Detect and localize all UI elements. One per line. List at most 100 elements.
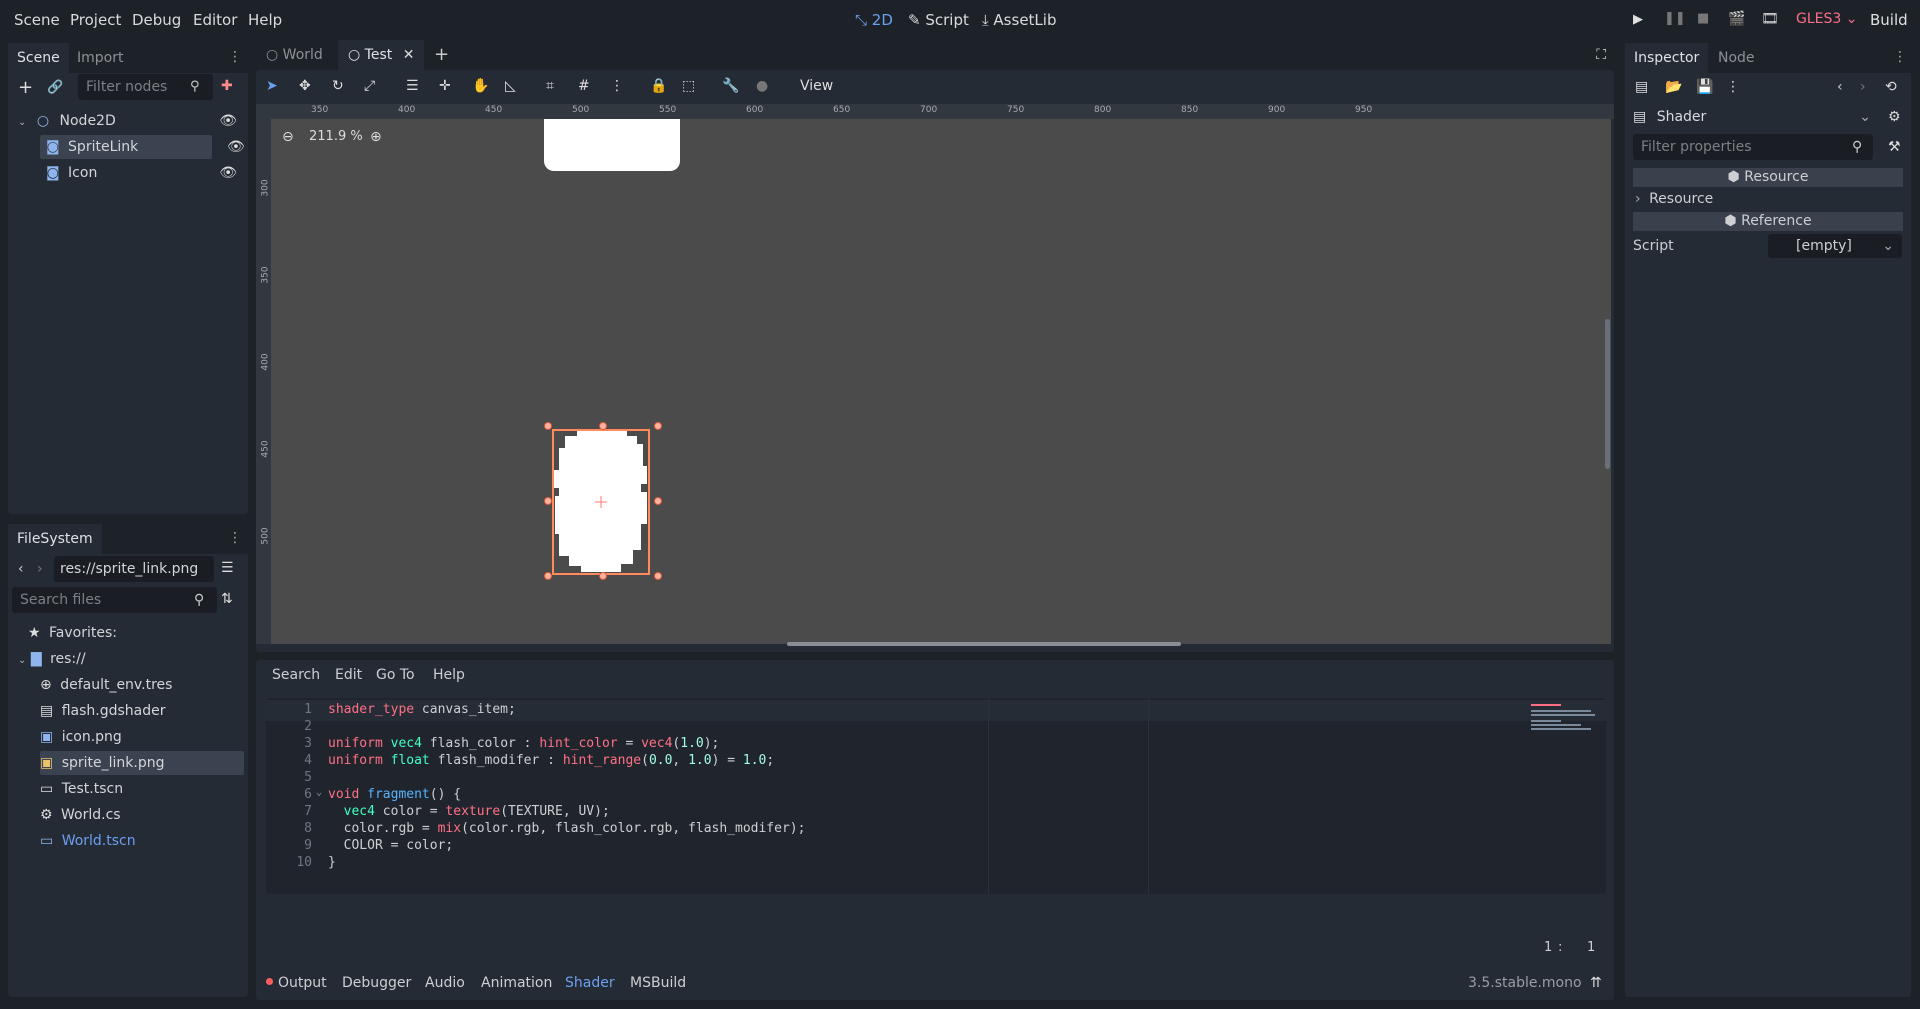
open-folder-icon[interactable]: 📂 (1665, 79, 1682, 95)
object-properties-icon[interactable]: ⚙ (1888, 109, 1901, 125)
workspace-assetlib-button[interactable]: ⤓ AssetLib (982, 11, 1056, 29)
resize-handle[interactable] (544, 572, 552, 580)
menu-project[interactable]: Project (70, 11, 121, 29)
ruler-tool-icon[interactable]: ◺ (505, 78, 516, 94)
visibility-eye-icon[interactable]: 👁 (227, 135, 245, 159)
fold-icon[interactable]: ⌄ (316, 787, 322, 798)
camera-override-icon[interactable]: ● (756, 78, 768, 94)
code-editor[interactable]: 1 shader_type canvas_item; 2 3 uniform vec4 … (266, 698, 1606, 894)
canvas-viewport[interactable]: ⊖ 211.9 % ⊕ (271, 119, 1611, 646)
forward-icon[interactable]: › (37, 561, 43, 577)
file-row[interactable]: ⊕ default_env.tres (40, 673, 244, 697)
move-tool-icon[interactable]: ✥ (299, 78, 311, 94)
resize-handle[interactable] (544, 422, 552, 430)
file-row[interactable]: ⚙ World.cs (40, 803, 244, 827)
history-back-icon[interactable]: ‹ (1837, 79, 1843, 95)
visibility-eye-icon[interactable]: 👁 (219, 109, 237, 133)
horizontal-scrollbar[interactable] (787, 642, 1181, 646)
view-menu[interactable]: View (800, 78, 833, 94)
stop-icon[interactable]: ■ (1697, 11, 1709, 26)
resource-type-selector[interactable]: ▤ Shader ⌄ (1633, 105, 1879, 129)
menu-debug[interactable]: Debug (132, 11, 181, 29)
play-custom-scene-icon[interactable]: 🎞 (1761, 11, 1779, 27)
zoom-in-icon[interactable]: ⊕ (370, 129, 382, 145)
dock-menu-icon[interactable]: ⋮ (228, 49, 242, 65)
visibility-eye-icon[interactable]: 👁 (219, 161, 237, 185)
add-tab-icon[interactable]: + (434, 44, 449, 65)
search-files-input[interactable]: Search files (12, 587, 217, 613)
select-tool-icon[interactable]: ➤ (266, 78, 278, 94)
menu-scene[interactable]: Scene (14, 11, 60, 29)
zoom-level[interactable]: 211.9 % (309, 129, 363, 144)
tree-row-icon[interactable]: ◙ Icon 👁 (40, 161, 243, 185)
code-minimap[interactable] (1531, 702, 1601, 730)
file-row[interactable]: ▭ World.tscn (40, 829, 244, 853)
file-row[interactable]: ▣ icon.png (40, 725, 244, 749)
history-forward-icon[interactable]: › (1860, 79, 1866, 95)
workspace-2d-button[interactable]: ⤡ 2D (855, 11, 893, 29)
res-root-row[interactable]: ⌄ ▇ res:// (18, 647, 86, 671)
tab-filesystem[interactable]: FileSystem (8, 524, 102, 554)
play-scene-icon[interactable]: 🎬 (1728, 11, 1745, 27)
new-resource-icon[interactable]: ▤ (1635, 79, 1648, 95)
split-view-icon[interactable]: ☰ (221, 560, 234, 576)
expand-panel-icon[interactable]: ⇈ (1590, 975, 1602, 991)
resource-row[interactable]: › Resource (1635, 191, 1713, 207)
file-row[interactable]: ▭ Test.tscn (40, 777, 244, 801)
menu-editor[interactable]: Editor (193, 11, 237, 29)
bottom-tab-audio[interactable]: Audio (425, 975, 465, 991)
zoom-out-icon[interactable]: ⊖ (282, 129, 294, 145)
bottom-tab-animation[interactable]: Animation (481, 975, 552, 991)
resize-handle[interactable] (599, 572, 607, 580)
tab-test[interactable]: ○ Test ✕ (338, 40, 425, 70)
bottom-tab-shader[interactable]: Shader (565, 975, 615, 991)
menu-goto[interactable]: Go To (376, 667, 415, 683)
property-options-icon[interactable]: ⚒ (1888, 139, 1901, 155)
play-icon[interactable]: ▶ (1633, 12, 1643, 27)
save-icon[interactable]: 💾 (1696, 79, 1713, 95)
grid-snap-icon[interactable]: # (578, 78, 590, 94)
workspace-script-button[interactable]: ✎ Script (908, 11, 969, 29)
pause-icon[interactable]: ❚❚ (1664, 11, 1686, 26)
renderer-dropdown[interactable]: GLES3 ⌄ (1796, 11, 1857, 27)
distraction-free-icon[interactable]: ⛶ (1596, 47, 1606, 63)
history-icon[interactable]: ⟲ (1885, 79, 1897, 95)
script-property-value[interactable]: [empty] ⌄ (1768, 234, 1902, 258)
dock-menu-icon[interactable]: ⋮ (228, 530, 242, 546)
pan-tool-icon[interactable]: ✋ (472, 78, 489, 94)
resize-handle[interactable] (654, 422, 662, 430)
build-button[interactable]: Build (1870, 11, 1908, 29)
rotate-tool-icon[interactable]: ↻ (332, 78, 344, 94)
snap-options-icon[interactable]: ⋮ (610, 78, 624, 94)
tree-row-node2d[interactable]: ⌄ ○ Node2D 👁 (18, 109, 243, 133)
resize-handle[interactable] (544, 497, 552, 505)
bottom-tab-output[interactable]: Output (278, 975, 327, 991)
tab-scene[interactable]: Scene (8, 43, 69, 73)
attach-script-icon[interactable]: ✚ (221, 78, 233, 94)
vertical-scrollbar[interactable] (1605, 319, 1610, 469)
instance-scene-icon[interactable]: 🔗 (47, 80, 63, 95)
add-node-icon[interactable]: + (18, 77, 33, 98)
menu-edit[interactable]: Edit (335, 667, 362, 683)
scale-tool-icon[interactable]: ⤢ (364, 78, 375, 94)
file-row-selected[interactable]: ▣ sprite_link.png (40, 751, 244, 775)
more-icon[interactable]: ⋮ (1726, 79, 1740, 95)
sort-icon[interactable]: ⇅ (221, 591, 233, 607)
back-icon[interactable]: ‹ (18, 561, 24, 577)
resize-handle[interactable] (599, 422, 607, 430)
tree-row-spritelink[interactable]: ◙ SpriteLink (40, 135, 212, 159)
bottom-tab-msbuild[interactable]: MSBuild (630, 975, 686, 991)
tab-world[interactable]: ○ World (256, 40, 333, 70)
list-select-icon[interactable]: ☰ (406, 78, 419, 94)
menu-help[interactable]: Help (248, 11, 282, 29)
menu-help[interactable]: Help (433, 667, 465, 683)
tab-node[interactable]: Node (1709, 43, 1764, 73)
pivot-tool-icon[interactable]: ✛ (439, 78, 451, 94)
resize-handle[interactable] (654, 572, 662, 580)
favorites-row[interactable]: ★ Favorites: (28, 621, 117, 645)
close-icon[interactable]: ✕ (403, 47, 415, 63)
path-field[interactable]: res://sprite_link.png (54, 556, 214, 582)
tab-import[interactable]: Import (68, 43, 132, 73)
dock-menu-icon[interactable]: ⋮ (1893, 49, 1907, 65)
menu-search[interactable]: Search (272, 667, 320, 683)
